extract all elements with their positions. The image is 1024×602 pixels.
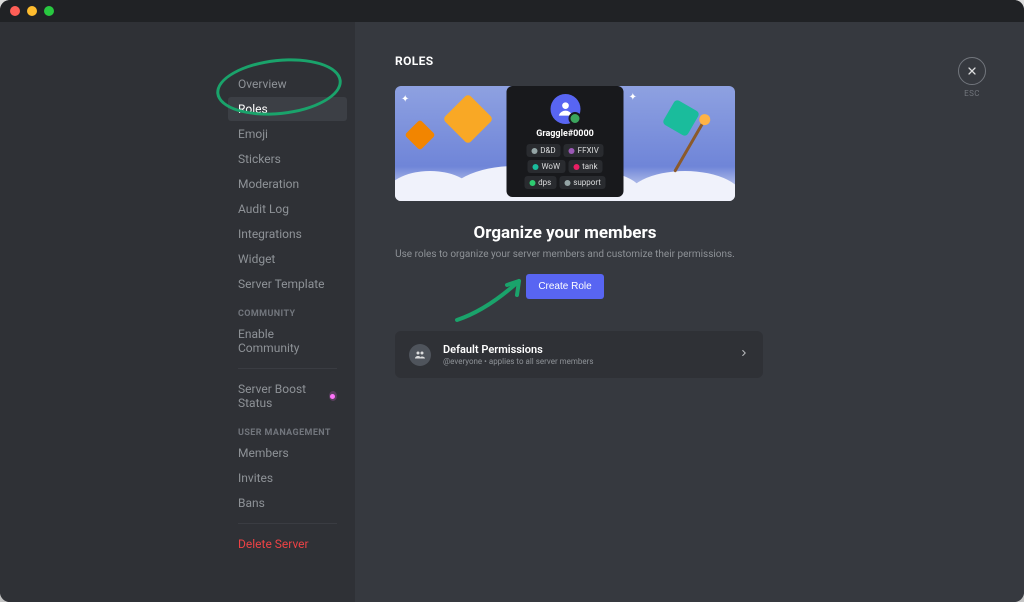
sidebar-item-invites[interactable]: Invites <box>228 466 347 490</box>
sidebar-header-user-mgmt: USER MANAGEMENT <box>228 416 347 441</box>
sidebar-item-label: Moderation <box>238 177 299 191</box>
sidebar-item-roles[interactable]: Roles <box>228 97 347 121</box>
sidebar-item-emoji[interactable]: Emoji <box>228 122 347 146</box>
role-chip: support <box>559 176 606 189</box>
section-subtext: Use roles to organize your server member… <box>395 249 735 260</box>
settings-sidebar: Overview Roles Emoji Stickers Moderation… <box>0 22 355 602</box>
sidebar-item-label: Integrations <box>238 227 302 241</box>
example-profile-card: Graggle#0000 D&D FFXIV WoW tank dps support <box>507 86 624 197</box>
role-chip-label: FFXIV <box>578 146 599 155</box>
decoration-gem <box>443 94 494 145</box>
role-chip-label: support <box>573 178 601 187</box>
app-window: Overview Roles Emoji Stickers Moderation… <box>0 0 1024 602</box>
sidebar-item-label: Audit Log <box>238 202 289 216</box>
role-color-dot <box>531 148 537 154</box>
window-zoom-dot[interactable] <box>44 6 54 16</box>
sidebar-item-label: Server Template <box>238 277 325 291</box>
role-chips: D&D FFXIV WoW tank dps support <box>513 144 618 189</box>
boost-icon <box>329 391 337 401</box>
default-permissions-card[interactable]: Default Permissions @everyone • applies … <box>395 331 763 378</box>
sparkle-icon: ✦ <box>629 92 637 103</box>
sidebar-item-stickers[interactable]: Stickers <box>228 147 347 171</box>
sidebar-item-integrations[interactable]: Integrations <box>228 222 347 246</box>
role-chip: dps <box>524 176 556 189</box>
role-chip-label: tank <box>582 162 597 171</box>
perm-card-text: Default Permissions @everyone • applies … <box>443 343 594 366</box>
sidebar-item-widget[interactable]: Widget <box>228 247 347 271</box>
sidebar-item-enable-community[interactable]: Enable Community <box>228 322 347 360</box>
example-username: Graggle#0000 <box>536 129 594 139</box>
perm-card-sub: @everyone • applies to all server member… <box>443 357 594 366</box>
decoration-gem <box>404 119 435 150</box>
sidebar-item-overview[interactable]: Overview <box>228 72 347 96</box>
sidebar-item-label: Invites <box>238 471 273 485</box>
sidebar-item-label: Server Boost Status <box>238 382 323 410</box>
role-chip-label: dps <box>538 178 551 187</box>
sidebar-item-label: Overview <box>238 77 287 91</box>
decoration-gem <box>662 99 700 137</box>
create-role-button[interactable]: Create Role <box>526 274 603 299</box>
sidebar-item-label: Bans <box>238 496 265 510</box>
members-icon <box>409 344 431 366</box>
role-chip: FFXIV <box>564 144 604 157</box>
role-color-dot <box>564 180 570 186</box>
sidebar-item-label: Stickers <box>238 152 281 166</box>
role-chip: WoW <box>527 160 565 173</box>
role-chip: tank <box>568 160 602 173</box>
presence-indicator <box>568 112 581 125</box>
sidebar-item-label: Enable Community <box>238 327 337 355</box>
sidebar-item-members[interactable]: Members <box>228 441 347 465</box>
section-heading: Organize your members <box>395 223 735 243</box>
sidebar-item-label: Emoji <box>238 127 268 141</box>
sidebar-item-label: Roles <box>238 102 268 116</box>
sidebar-item-label: Members <box>238 446 289 460</box>
perm-card-title: Default Permissions <box>443 343 594 356</box>
sidebar-separator <box>238 368 337 369</box>
main-content: ESC ROLES ✦ ✦ <box>355 22 1024 602</box>
close-icon <box>966 65 978 77</box>
sidebar-item-delete-server[interactable]: Delete Server <box>228 532 347 556</box>
sidebar-item-moderation[interactable]: Moderation <box>228 172 347 196</box>
window-close-dot[interactable] <box>10 6 20 16</box>
sidebar-header-community: COMMUNITY <box>228 297 347 322</box>
role-color-dot <box>569 148 575 154</box>
roles-banner: ✦ ✦ Graggle#0000 D&D FFXIV WoW tank dps suppo… <box>395 86 735 201</box>
sidebar-separator <box>238 523 337 524</box>
chevron-right-icon <box>739 347 749 362</box>
sparkle-icon: ✦ <box>401 94 409 105</box>
sidebar-item-label: Delete Server <box>238 537 309 551</box>
role-chip-label: WoW <box>541 162 560 171</box>
sidebar-item-server-template[interactable]: Server Template <box>228 272 347 296</box>
page-title: ROLES <box>395 54 735 68</box>
close-button[interactable] <box>958 57 986 85</box>
role-color-dot <box>532 164 538 170</box>
sidebar-item-audit-log[interactable]: Audit Log <box>228 197 347 221</box>
role-chip: D&D <box>526 144 560 157</box>
sidebar-item-label: Widget <box>238 252 275 266</box>
close-label: ESC <box>958 89 986 98</box>
sidebar-item-server-boost[interactable]: Server Boost Status <box>228 377 347 415</box>
role-color-dot <box>529 180 535 186</box>
window-titlebar <box>0 0 1024 22</box>
window-minimize-dot[interactable] <box>27 6 37 16</box>
role-color-dot <box>573 164 579 170</box>
role-chip-label: D&D <box>540 146 555 155</box>
sidebar-item-bans[interactable]: Bans <box>228 491 347 515</box>
avatar <box>550 94 580 124</box>
